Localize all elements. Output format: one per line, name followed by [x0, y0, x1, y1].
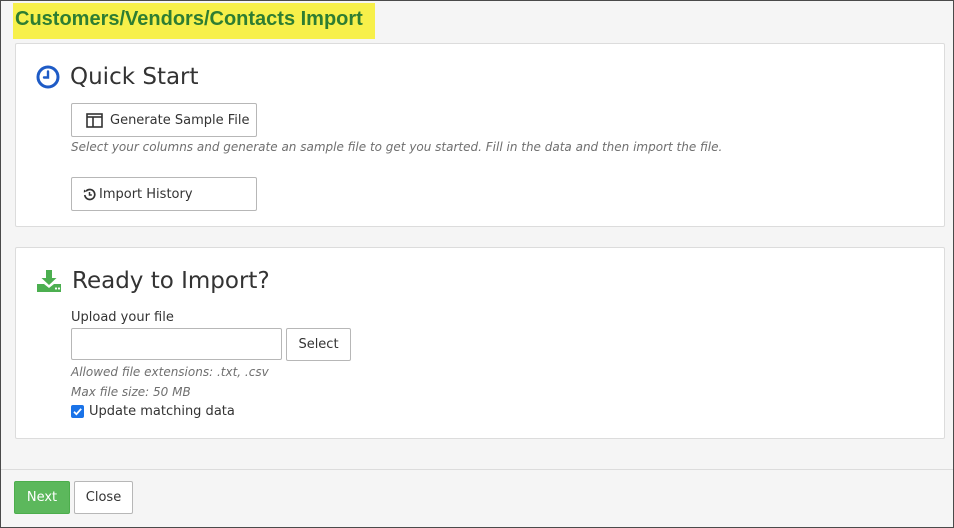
ready-title: Ready to Import?	[72, 268, 270, 294]
upload-label: Upload your file	[71, 310, 174, 325]
quick-start-title: Quick Start	[70, 64, 199, 90]
page-title: Customers/Vendors/Contacts Import	[13, 3, 375, 39]
update-matching-checkbox[interactable]	[71, 405, 84, 418]
history-icon	[83, 188, 96, 201]
ready-header: Ready to Import?	[36, 268, 270, 294]
select-file-label: Select	[298, 337, 339, 352]
quick-start-header: Quick Start	[36, 64, 199, 90]
max-file-size-hint: Max file size: 50 MB	[71, 385, 191, 399]
select-file-button[interactable]: Select	[286, 328, 351, 361]
close-label: Close	[85, 490, 122, 505]
download-icon	[36, 269, 62, 293]
footer-divider	[1, 469, 953, 470]
import-history-label: Import History	[99, 186, 193, 202]
import-history-button[interactable]: Import History	[71, 177, 257, 211]
checkmark-icon	[73, 408, 82, 416]
columns-icon	[86, 112, 103, 128]
update-matching-label: Update matching data	[89, 404, 235, 419]
sample-file-hint: Select your columns and generate an samp…	[71, 140, 723, 154]
next-label: Next	[26, 490, 58, 505]
quick-start-panel: Quick Start Generate Sample File Select …	[15, 43, 945, 227]
ready-to-import-panel: Ready to Import? Upload your file Select…	[15, 247, 945, 439]
allowed-extensions-hint: Allowed file extensions: .txt, .csv	[71, 365, 269, 379]
update-matching-row[interactable]: Update matching data	[71, 404, 235, 419]
close-button[interactable]: Close	[74, 481, 133, 514]
next-button[interactable]: Next	[14, 481, 70, 514]
clock-icon	[36, 65, 60, 89]
import-dialog: Customers/Vendors/Contacts Import Quick …	[0, 0, 954, 528]
generate-sample-file-button[interactable]: Generate Sample File	[71, 103, 257, 137]
generate-sample-file-label: Generate Sample File	[110, 112, 250, 128]
file-path-input[interactable]	[71, 328, 282, 360]
